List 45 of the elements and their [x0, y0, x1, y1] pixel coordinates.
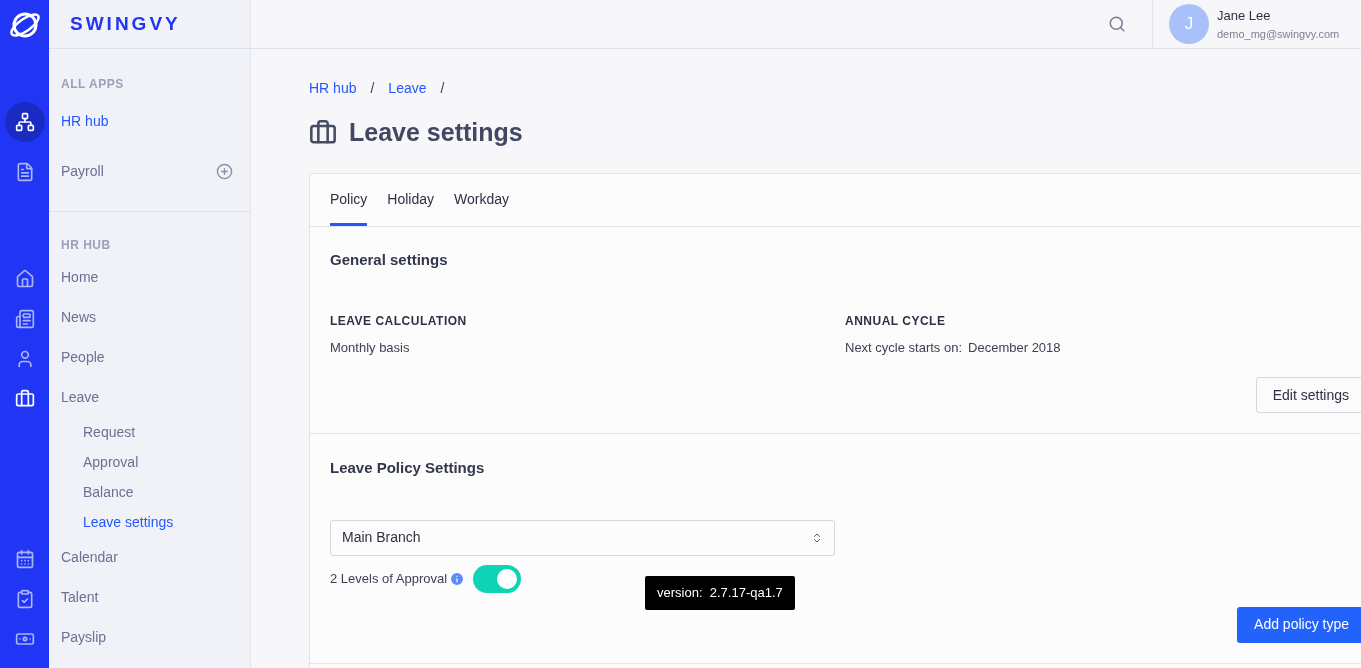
- page-title: Leave settings: [349, 117, 523, 149]
- version-tooltip: version: 2.7.17-qa1.7: [645, 576, 795, 610]
- section-title: Leave Policy Settings: [330, 458, 486, 478]
- sidebar-item[interactable]: Leave: [61, 377, 238, 417]
- briefcase-icon: [309, 119, 337, 147]
- approval-label: 2 Levels of Approval: [330, 569, 448, 588]
- user-email: demo_mg@swingvy.com: [1217, 26, 1340, 42]
- field-label: ANNUAL CYCLE: [845, 312, 947, 330]
- section-heading: HR HUB: [61, 237, 112, 254]
- search-icon[interactable]: [1107, 15, 1126, 33]
- user-name: Jane Lee: [1217, 7, 1272, 25]
- sidebar-item[interactable]: Request: [61, 417, 238, 447]
- brand-wordmark: SWINGVY: [70, 11, 181, 36]
- sidebar-item[interactable]: People: [61, 337, 238, 377]
- tab[interactable]: Holiday: [387, 173, 435, 226]
- section-heading: ALL APPS: [61, 76, 125, 93]
- sidebar-item[interactable]: Home: [61, 257, 238, 297]
- add-icon[interactable]: [216, 162, 233, 180]
- tab[interactable]: Workday: [454, 173, 510, 226]
- sidebar-item[interactable]: Balance: [61, 477, 238, 507]
- sidebar-item[interactable]: Leave settings: [61, 507, 238, 537]
- field-value: December 2018: [968, 338, 1061, 357]
- breadcrumb-separator: /: [440, 79, 445, 98]
- edit-settings-button[interactable]: Edit settings: [1255, 377, 1361, 413]
- tab[interactable]: Policy: [330, 173, 368, 226]
- sort-arrows-icon: [811, 531, 823, 544]
- field-label: LEAVE CALCULATION: [330, 312, 468, 330]
- field-prefix: Next cycle starts on:: [845, 338, 963, 357]
- sidebar-item[interactable]: Talent: [61, 577, 238, 617]
- info-icon[interactable]: [449, 570, 466, 587]
- sidebar-item[interactable]: News: [61, 297, 238, 337]
- section-title: General settings: [330, 250, 449, 270]
- sidebar-item[interactable]: Calendar: [61, 537, 238, 577]
- breadcrumb-link[interactable]: HR hub: [309, 78, 357, 99]
- sidebar-item[interactable]: Payroll: [61, 146, 238, 196]
- sidebar-item[interactable]: HR hub: [61, 96, 238, 146]
- hierarchy-icon[interactable]: [4, 102, 45, 142]
- branch-select[interactable]: Main Branch: [330, 519, 835, 556]
- approval-toggle[interactable]: [473, 564, 522, 593]
- add-policy-type-button[interactable]: Add policy type: [1237, 606, 1361, 643]
- sidebar-item[interactable]: Approval: [61, 447, 238, 477]
- breadcrumb-separator: /: [370, 79, 375, 98]
- sidebar-item[interactable]: Payslip: [61, 617, 238, 657]
- field-value: Monthly basis: [330, 338, 410, 357]
- breadcrumb-link[interactable]: Leave: [388, 78, 427, 99]
